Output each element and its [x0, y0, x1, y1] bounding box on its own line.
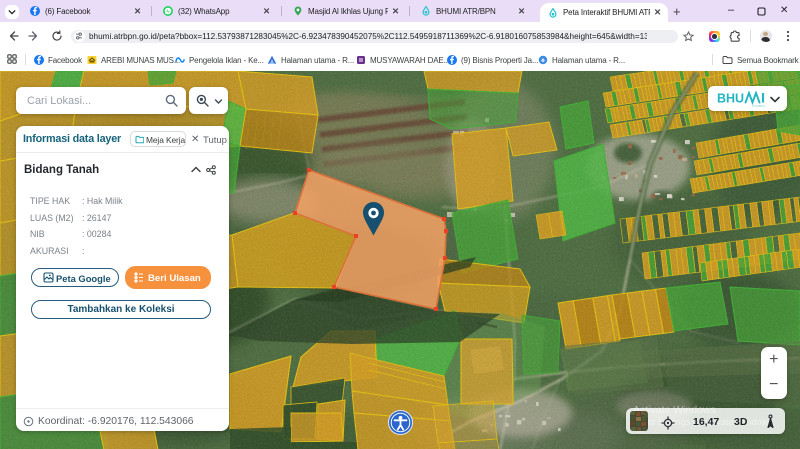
svg-text:BHU: BHU — [717, 92, 744, 106]
